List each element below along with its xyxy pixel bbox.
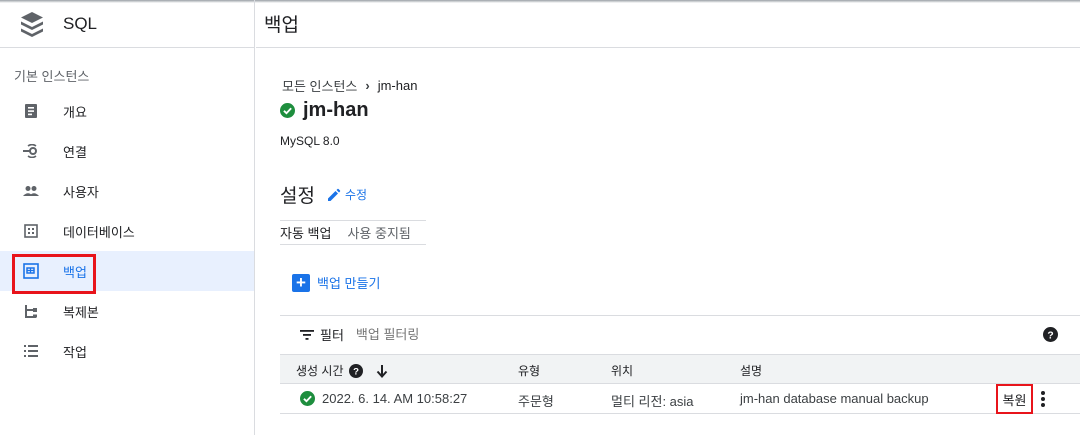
- sort-descending-icon[interactable]: [376, 364, 388, 378]
- edit-button[interactable]: 수정: [327, 186, 367, 203]
- instance-name: jm-han: [303, 99, 369, 121]
- settings-header: 설정 수정: [280, 181, 367, 208]
- breadcrumb-current: jm-han: [377, 78, 418, 93]
- success-check-icon: [300, 391, 315, 406]
- column-created-time[interactable]: 생성 시간 ?: [296, 362, 388, 379]
- filter-icon[interactable]: [300, 329, 314, 340]
- created-time: 2022. 6. 14. AM 10:58:27: [322, 391, 468, 406]
- create-backup-button[interactable]: + 백업 만들기: [292, 273, 380, 292]
- edit-label: 수정: [344, 188, 368, 202]
- databases-icon: [21, 221, 41, 241]
- instance-heading: jm-han: [280, 99, 369, 122]
- more-vert-icon[interactable]: [1040, 390, 1046, 408]
- product-name: SQL: [63, 13, 98, 33]
- chevron-right-icon: ›: [365, 78, 370, 93]
- sidebar-item-label: 복제본: [63, 304, 99, 320]
- sidebar-item-connections[interactable]: 연결: [0, 131, 254, 171]
- sidebar-item-label: 작업: [63, 344, 87, 360]
- svg-text:?: ?: [1047, 330, 1053, 341]
- svg-text:?: ?: [353, 366, 359, 377]
- sidebar-item-label: 백업: [63, 264, 87, 280]
- table-row: 2022. 6. 14. AM 10:58:27 주문형 멀티 리전: asia…: [280, 384, 1080, 414]
- restore-button[interactable]: 복원: [996, 384, 1033, 414]
- filter-input[interactable]: [355, 327, 556, 342]
- filter-label: 필터: [320, 328, 344, 343]
- created-cell: 2022. 6. 14. AM 10:58:27: [300, 391, 467, 406]
- operations-icon: [21, 341, 41, 361]
- breadcrumb: 모든 인스턴스 › jm-han: [282, 76, 417, 95]
- status-ok-icon: [280, 103, 295, 118]
- backups-icon: [21, 261, 41, 281]
- sidebar-item-replicas[interactable]: 복제본: [0, 291, 254, 331]
- sql-logo-icon[interactable]: [18, 10, 46, 38]
- overview-icon: [21, 101, 41, 121]
- replicas-icon: [21, 301, 41, 321]
- column-description[interactable]: 설명: [740, 362, 762, 379]
- help-icon[interactable]: ?: [1043, 327, 1058, 342]
- sidebar-nav: 개요 연결 사용자 데이터베이스 백업 복제본 작업: [0, 91, 254, 371]
- column-location[interactable]: 위치: [611, 362, 633, 379]
- sidebar: SQL 기본 인스턴스 개요 연결 사용자 데이터베이스 백업 복제본 작업: [0, 0, 255, 435]
- sidebar-item-overview[interactable]: 개요: [0, 91, 254, 131]
- help-icon[interactable]: ?: [348, 363, 363, 378]
- page-title: 백업: [264, 15, 299, 36]
- sidebar-item-label: 데이터베이스: [63, 224, 135, 240]
- table-header: 생성 시간 ? 유형 위치 설명: [280, 354, 1080, 384]
- column-label: 생성 시간: [296, 364, 344, 378]
- instance-version: MySQL 8.0: [280, 134, 340, 148]
- auto-backup-value: 사용 중지됨: [347, 226, 411, 241]
- description-cell: jm-han database manual backup: [740, 391, 929, 406]
- connections-icon: [21, 141, 41, 161]
- sidebar-item-operations[interactable]: 작업: [0, 331, 254, 371]
- section-title: 기본 인스턴스: [14, 69, 90, 84]
- sidebar-item-label: 개요: [63, 104, 87, 120]
- column-type[interactable]: 유형: [518, 362, 540, 379]
- sidebar-item-backups[interactable]: 백업: [0, 251, 254, 291]
- main-content: 백업 모든 인스턴스 › jm-han jm-han MySQL 8.0 설정 …: [256, 0, 1080, 435]
- auto-backup-label: 자동 백업: [280, 226, 332, 241]
- breadcrumb-all-instances[interactable]: 모든 인스턴스: [282, 76, 357, 95]
- sidebar-item-users[interactable]: 사용자: [0, 171, 254, 211]
- pencil-icon: [327, 188, 341, 201]
- filter-bar: 필터 ?: [280, 315, 1080, 353]
- location-cell: 멀티 리전: asia: [611, 394, 694, 409]
- users-icon: [21, 181, 41, 201]
- create-backup-label: 백업 만들기: [317, 276, 381, 291]
- sidebar-item-label: 연결: [63, 144, 87, 160]
- auto-backup-row: 자동 백업 사용 중지됨: [280, 220, 426, 245]
- sidebar-item-label: 사용자: [63, 184, 99, 200]
- add-icon: +: [292, 273, 310, 292]
- type-cell: 주문형: [518, 394, 554, 409]
- product-header: SQL: [0, 0, 254, 48]
- page-header: 백업: [256, 0, 1080, 48]
- settings-title: 설정: [280, 186, 315, 207]
- sidebar-item-databases[interactable]: 데이터베이스: [0, 211, 254, 251]
